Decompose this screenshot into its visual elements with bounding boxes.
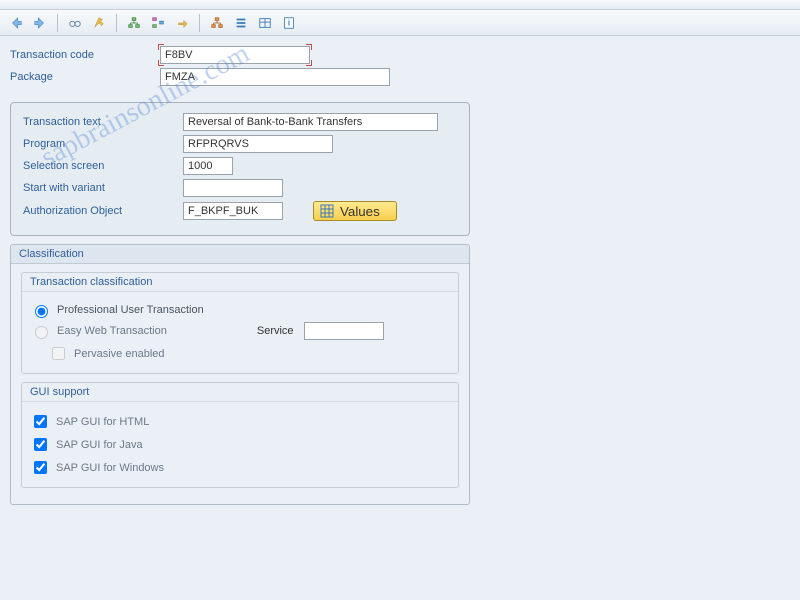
toolbar: i xyxy=(0,10,800,36)
hier1-button[interactable] xyxy=(207,13,227,33)
gui-support-fieldset: GUI support SAP GUI for HTML SAP GUI for… xyxy=(21,382,459,488)
gui-support-title: GUI support xyxy=(22,383,458,402)
check-html[interactable]: SAP GUI for HTML xyxy=(30,412,450,431)
info-icon: i xyxy=(282,16,296,30)
values-button[interactable]: Values xyxy=(313,201,397,221)
table-icon xyxy=(258,16,272,30)
svg-text:i: i xyxy=(288,18,290,27)
transaction-text-label: Transaction text xyxy=(23,116,183,128)
display-button[interactable] xyxy=(65,13,85,33)
radio-professional-label: Professional User Transaction xyxy=(57,304,204,316)
hier2-button[interactable] xyxy=(231,13,251,33)
package-label: Package xyxy=(10,71,160,83)
hierarchy-icon xyxy=(127,16,141,30)
tcode-input[interactable] xyxy=(160,46,310,64)
program-label: Program xyxy=(23,138,183,150)
required-field-wrap xyxy=(160,46,310,64)
arrow-out-icon xyxy=(175,16,189,30)
service-input[interactable] xyxy=(304,322,384,340)
object-directory-button[interactable] xyxy=(148,13,168,33)
check-pervasive[interactable]: Pervasive enabled xyxy=(48,344,450,363)
tcode-label: Transaction code xyxy=(10,49,160,61)
glasses-icon xyxy=(68,16,82,30)
check-java-input[interactable] xyxy=(34,438,47,451)
transport-button[interactable] xyxy=(172,13,192,33)
radio-professional-input[interactable] xyxy=(35,305,48,318)
details-panel: Transaction text Program Selection scree… xyxy=(10,102,470,236)
radio-easyweb[interactable]: Easy Web Transaction xyxy=(30,323,167,339)
variant-input[interactable] xyxy=(183,179,283,197)
service-label: Service xyxy=(257,325,294,337)
radio-easyweb-input[interactable] xyxy=(35,326,48,339)
check-pervasive-input[interactable] xyxy=(52,347,65,360)
values-button-label: Values xyxy=(340,204,380,219)
menubar xyxy=(0,0,800,10)
classification-fieldset: Classification Transaction classificatio… xyxy=(10,244,470,505)
radio-easyweb-label: Easy Web Transaction xyxy=(57,325,167,337)
variant-label: Start with variant xyxy=(23,182,183,194)
check-java-label: SAP GUI for Java xyxy=(56,439,143,451)
package-input[interactable] xyxy=(160,68,390,86)
trans-class-title: Transaction classification xyxy=(22,273,458,292)
check-windows-input[interactable] xyxy=(34,461,47,474)
grid-icon xyxy=(320,204,334,218)
back-button[interactable] xyxy=(6,13,26,33)
auth-object-input[interactable] xyxy=(183,202,283,220)
content-area: Transaction code Package Transaction tex… xyxy=(0,36,800,515)
radio-professional[interactable]: Professional User Transaction xyxy=(30,302,450,318)
arrow-left-icon xyxy=(9,16,23,30)
package-row: Package xyxy=(10,68,790,86)
auth-object-label: Authorization Object xyxy=(23,205,183,217)
toolbar-separator xyxy=(116,14,117,32)
program-input[interactable] xyxy=(183,135,333,153)
list-icon xyxy=(234,16,248,30)
check-html-label: SAP GUI for HTML xyxy=(56,416,149,428)
tree-icon xyxy=(151,16,165,30)
tcode-row: Transaction code xyxy=(10,46,790,64)
wrench-icon xyxy=(92,16,106,30)
toolbar-separator xyxy=(57,14,58,32)
structure-icon xyxy=(210,16,224,30)
hier3-button[interactable] xyxy=(255,13,275,33)
check-pervasive-label: Pervasive enabled xyxy=(74,348,165,360)
check-html-input[interactable] xyxy=(34,415,47,428)
documentation-button[interactable]: i xyxy=(279,13,299,33)
tool-button[interactable] xyxy=(89,13,109,33)
check-windows[interactable]: SAP GUI for Windows xyxy=(30,458,450,477)
trans-class-fieldset: Transaction classification Professional … xyxy=(21,272,459,374)
selection-screen-label: Selection screen xyxy=(23,160,183,172)
where-used-button[interactable] xyxy=(124,13,144,33)
classification-title: Classification xyxy=(11,245,469,264)
check-java[interactable]: SAP GUI for Java xyxy=(30,435,450,454)
transaction-text-input[interactable] xyxy=(183,113,438,131)
selection-screen-input[interactable] xyxy=(183,157,233,175)
toolbar-separator xyxy=(199,14,200,32)
forward-button[interactable] xyxy=(30,13,50,33)
check-windows-label: SAP GUI for Windows xyxy=(56,462,164,474)
arrow-right-icon xyxy=(33,16,47,30)
